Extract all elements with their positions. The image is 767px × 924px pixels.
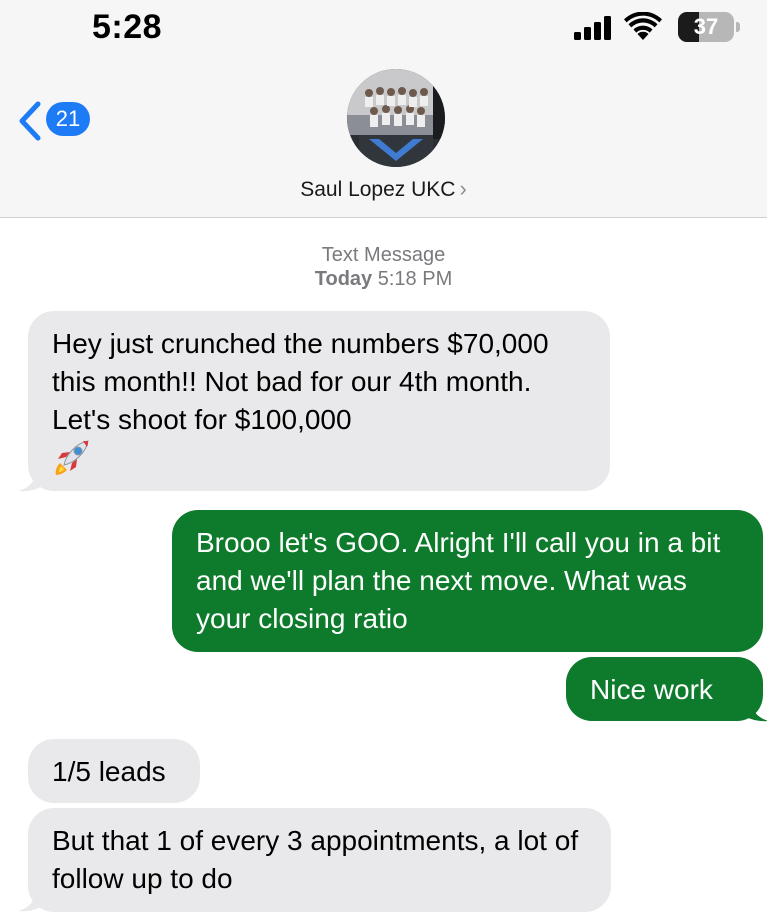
incoming-message-bubble[interactable]: 1/5 leads xyxy=(28,739,200,803)
rocket-emoji xyxy=(55,440,89,475)
cellular-signal-icon xyxy=(574,16,611,40)
group-photo-icon xyxy=(347,69,445,167)
incoming-message-bubble[interactable]: But that 1 of every 3 appointments, a lo… xyxy=(28,808,611,912)
message-timestamp: Today 5:18 PM xyxy=(0,268,767,291)
message-type-label: Text Message xyxy=(321,244,446,266)
message-text: 1/5 leads xyxy=(52,756,166,787)
timestamp-day: Today xyxy=(314,268,373,290)
outgoing-message-bubble[interactable]: Brooo let's GOO. Alright I'll call you i… xyxy=(172,510,763,652)
message-text: Nice work xyxy=(590,674,713,705)
timestamp-time: 5:18 PM xyxy=(377,268,453,290)
chevron-right-icon: › xyxy=(459,176,467,201)
back-button[interactable]: 21 xyxy=(16,96,98,148)
contact-avatar[interactable] xyxy=(347,69,445,167)
contact-name: Saul Lopez UKC xyxy=(300,178,456,201)
battery-icon: 37 xyxy=(678,12,740,42)
message-text: Brooo let's GOO. Alright I'll call you i… xyxy=(196,527,721,634)
wifi-icon xyxy=(624,12,662,40)
contact-name-button[interactable]: Saul Lopez UKC › xyxy=(0,176,767,202)
status-bar-time: 5:28 xyxy=(92,8,163,46)
message-text: But that 1 of every 3 appointments, a lo… xyxy=(52,825,579,894)
chevron-left-icon xyxy=(19,101,41,141)
battery-percentage: 37 xyxy=(693,14,719,39)
incoming-message-bubble[interactable]: Hey just crunched the numbers $70,000 th… xyxy=(28,311,610,491)
message-text: Hey just crunched the numbers $70,000 th… xyxy=(52,328,549,435)
conversation-header: 5:28 37 21 Saul Lopez UKC › xyxy=(0,0,767,218)
outgoing-message-bubble[interactable]: Nice work xyxy=(566,657,763,721)
unread-count-badge: 21 xyxy=(46,102,90,136)
